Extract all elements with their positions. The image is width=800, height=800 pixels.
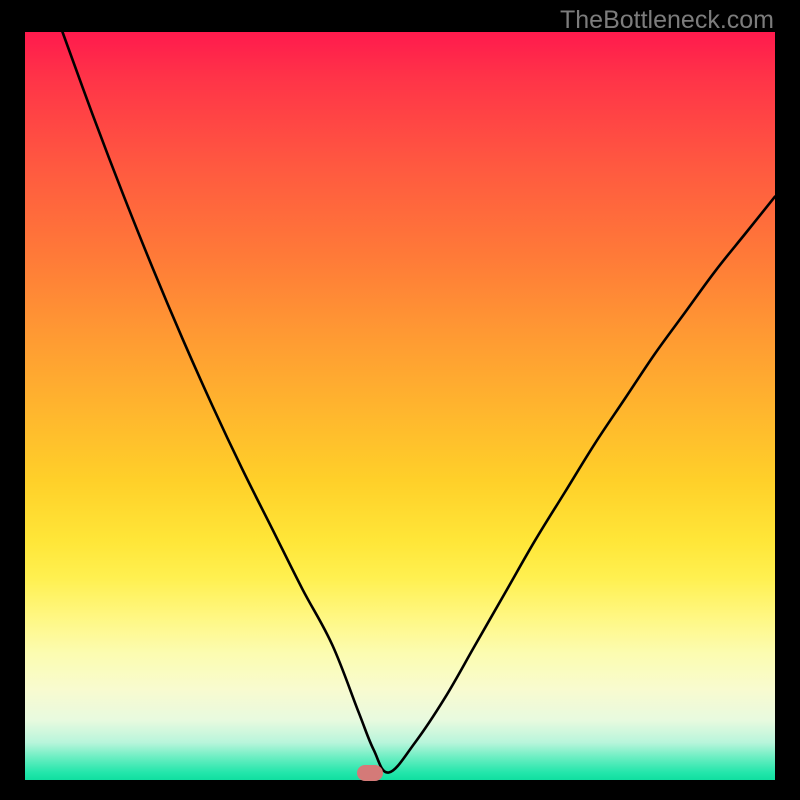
- optimum-marker: [357, 765, 383, 781]
- bottleneck-curve: [25, 32, 775, 780]
- curve-path: [63, 32, 776, 773]
- chart-frame: TheBottleneck.com: [0, 0, 800, 800]
- watermark-text: TheBottleneck.com: [560, 6, 774, 35]
- plot-area: [25, 32, 775, 780]
